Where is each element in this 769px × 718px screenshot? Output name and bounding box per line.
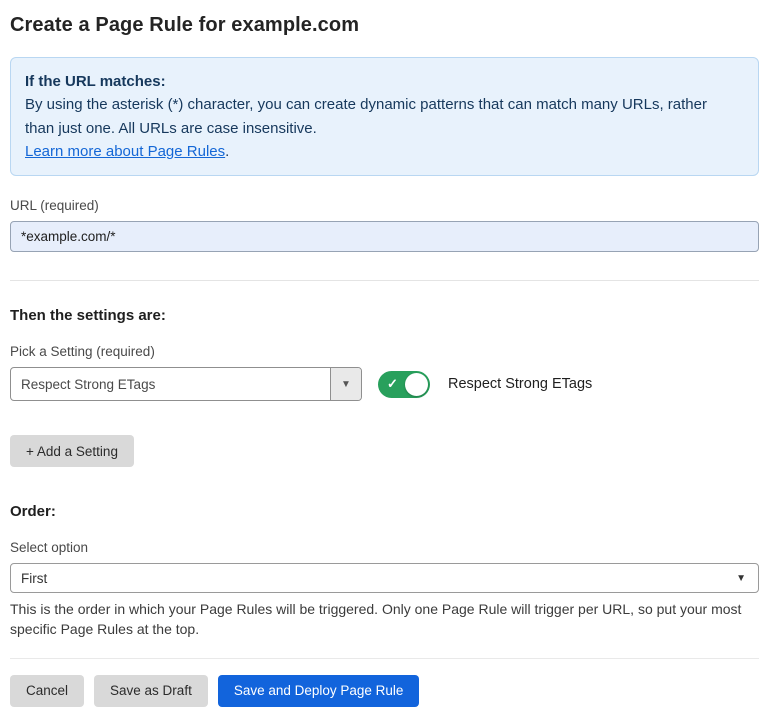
order-section-heading: Order: — [10, 503, 759, 520]
divider — [10, 280, 759, 281]
learn-more-link[interactable]: Learn more about Page Rules — [25, 143, 225, 160]
link-suffix: . — [225, 143, 229, 160]
setting-row: Respect Strong ETags ▼ ✓ Respect Strong … — [10, 367, 759, 401]
info-box-body: By using the asterisk (*) character, you… — [25, 93, 725, 140]
info-box-heading: If the URL matches: — [25, 70, 744, 93]
save-deploy-button[interactable]: Save and Deploy Page Rule — [218, 675, 420, 707]
url-match-info-box: If the URL matches: By using the asteris… — [10, 57, 759, 176]
chevron-down-icon: ▼ — [736, 573, 746, 584]
url-input[interactable] — [10, 221, 759, 252]
url-field-label: URL (required) — [10, 198, 759, 213]
order-select-label: Select option — [10, 540, 759, 555]
chevron-down-icon: ▼ — [341, 379, 351, 390]
save-draft-button[interactable]: Save as Draft — [94, 675, 208, 707]
setting-select-value: Respect Strong ETags — [11, 368, 330, 400]
order-help-text: This is the order in which your Page Rul… — [10, 599, 755, 640]
page-rule-form: Create a Page Rule for example.com If th… — [0, 0, 769, 707]
page-title: Create a Page Rule for example.com — [10, 14, 759, 37]
setting-select-caret-button[interactable]: ▼ — [330, 368, 361, 400]
order-section: Order: Select option First ▼ This is the… — [10, 503, 759, 640]
order-select[interactable]: First ▼ — [10, 563, 759, 593]
settings-section-heading: Then the settings are: — [10, 307, 759, 324]
add-setting-button[interactable]: + Add a Setting — [10, 435, 134, 467]
cancel-button[interactable]: Cancel — [10, 675, 84, 707]
toggle-label: Respect Strong ETags — [448, 376, 592, 392]
footer-buttons: Cancel Save as Draft Save and Deploy Pag… — [10, 675, 759, 707]
order-select-value: First — [21, 571, 736, 586]
toggle-knob — [405, 373, 428, 396]
respect-strong-etags-toggle[interactable]: ✓ — [378, 371, 430, 398]
footer-divider — [10, 658, 759, 659]
setting-select[interactable]: Respect Strong ETags ▼ — [10, 367, 362, 401]
pick-setting-label: Pick a Setting (required) — [10, 344, 759, 359]
check-icon: ✓ — [387, 376, 398, 392]
